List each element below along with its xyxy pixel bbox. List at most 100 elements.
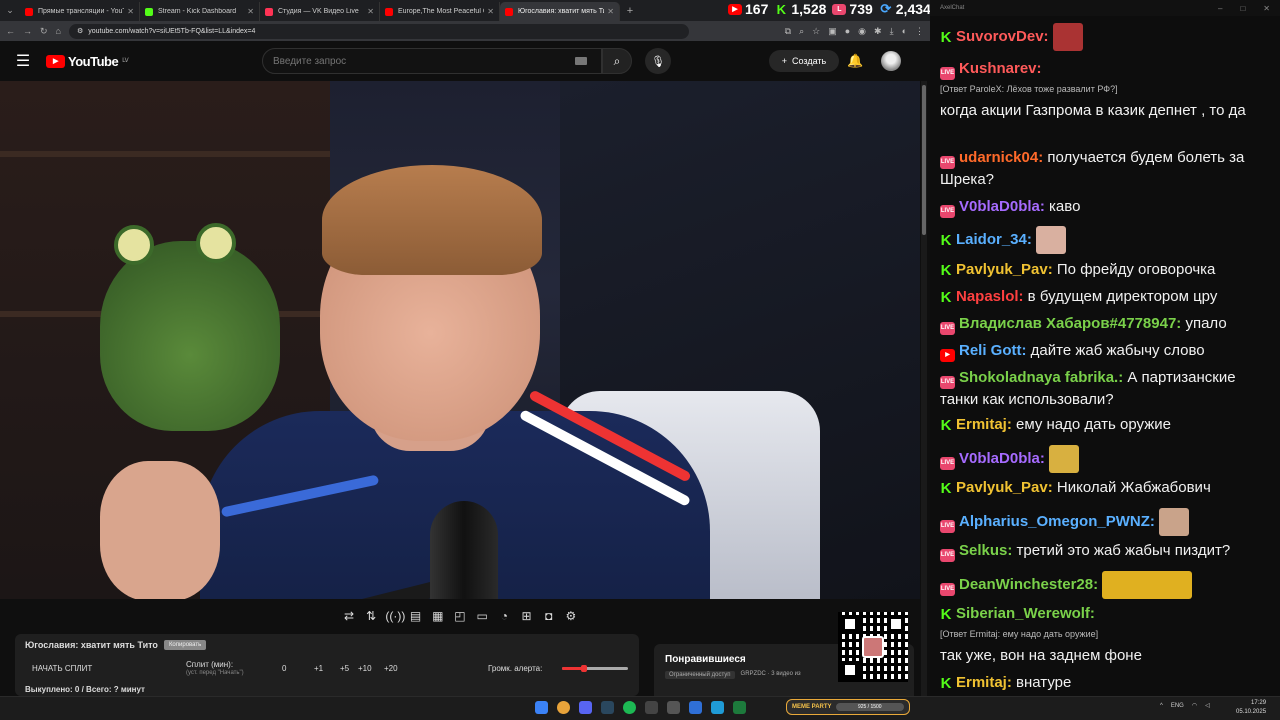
spotify-icon[interactable] <box>623 701 636 714</box>
chat-nickname[interactable]: DeanWinchester28: <box>959 576 1098 593</box>
loop-icon[interactable]: ⇄ <box>341 609 357 623</box>
bookmark-star-icon[interactable]: ☆ <box>812 26 820 37</box>
app-icon[interactable] <box>667 701 680 714</box>
chat-nickname[interactable]: Shokoladnaya fabrika.: <box>959 369 1123 386</box>
search-box[interactable] <box>262 48 602 74</box>
extension-icon[interactable]: ▣ <box>828 26 837 37</box>
chat-nickname[interactable]: Alpharius_Omegon_PWNZ: <box>959 513 1155 530</box>
copy-button[interactable]: Копировать <box>163 640 207 650</box>
plus20-button[interactable]: +20 <box>384 664 398 673</box>
tab-close-icon[interactable]: ✕ <box>487 7 494 16</box>
search-input[interactable] <box>273 55 575 67</box>
home-icon[interactable]: ⌂ <box>56 26 61 36</box>
chat-nickname[interactable]: Pavlyuk_Pav: <box>956 479 1053 496</box>
plus1-button[interactable]: +1 <box>314 664 323 673</box>
wifi-icon[interactable]: ◠ <box>1192 702 1197 709</box>
tab-close-icon[interactable]: ✕ <box>247 7 254 16</box>
minimize-icon[interactable]: – <box>1218 4 1222 13</box>
screenshot-icon[interactable]: ◘ <box>541 609 557 623</box>
download-icon[interactable]: ⤓ <box>890 26 894 37</box>
create-button[interactable]: + Создать <box>769 50 839 72</box>
tab-close-icon[interactable]: ✕ <box>367 7 374 16</box>
back-icon[interactable]: ← <box>6 26 15 36</box>
speed-icon[interactable]: ◔ <box>496 609 512 623</box>
browser-tab[interactable]: Югославия: хватит мять Ти ✕ <box>500 2 620 21</box>
forward-icon[interactable]: → <box>23 26 32 36</box>
start-split-button[interactable]: НАЧАТЬ СПЛИТ <box>32 664 92 673</box>
alert-volume-slider[interactable] <box>562 665 628 672</box>
tab-close-icon[interactable]: ✕ <box>607 7 614 16</box>
scrollbar-thumb[interactable] <box>922 85 926 235</box>
video-player[interactable] <box>0 81 920 599</box>
avatar[interactable] <box>881 51 901 71</box>
tab-search-icon[interactable]: ⌄ <box>0 0 20 21</box>
profile-icon[interactable]: ◐ <box>902 26 907 37</box>
youtube-logo[interactable]: ▶ YouTube LV <box>46 54 129 69</box>
menu-icon[interactable]: ⋮ <box>915 26 924 37</box>
chat-nickname[interactable]: Владислав Хабаров#4778947: <box>959 315 1181 332</box>
steam-icon[interactable] <box>601 701 614 714</box>
obs-icon[interactable] <box>645 701 658 714</box>
chat-nickname[interactable]: V0blaD0bla: <box>959 450 1045 467</box>
youtube-icon: ▶ <box>728 3 742 15</box>
broadcast-icon[interactable]: ((·)) <box>385 609 405 623</box>
maximize-icon[interactable]: □ <box>1240 4 1245 13</box>
chat-nickname[interactable]: Kushnarev: <box>959 60 1042 77</box>
app-icon[interactable] <box>689 701 702 714</box>
chrome-icon[interactable] <box>557 701 570 714</box>
volume-icon[interactable]: ◁ <box>1205 702 1210 709</box>
url-field[interactable]: ⚙ youtube.com/watch?v=siUEt5Tb-FQ&list=L… <box>68 23 689 39</box>
camera-icon[interactable]: ▤ <box>408 609 424 623</box>
chat-nickname[interactable]: udarnick04: <box>959 149 1043 166</box>
settings-gear-icon[interactable]: ⚙ <box>563 609 579 623</box>
tab-close-icon[interactable]: ✕ <box>127 7 134 16</box>
zoom-icon[interactable]: ⌕ <box>799 26 804 37</box>
hamburger-menu-icon[interactable]: ☰ <box>0 51 46 71</box>
chat-nickname[interactable]: Napaslol: <box>956 288 1024 305</box>
chevron-up-icon[interactable]: ^ <box>1160 703 1163 709</box>
chat-nickname[interactable]: Laidor_34: <box>956 231 1032 248</box>
extension-icon[interactable]: ● <box>845 26 850 37</box>
film-icon[interactable]: ▦ <box>430 609 446 623</box>
sort-icon[interactable]: ⇅ <box>363 609 379 623</box>
browser-tab[interactable]: Студия — VK Видео Live ✕ <box>260 2 380 21</box>
app-icon[interactable] <box>733 701 746 714</box>
new-tab-button[interactable]: + <box>620 5 640 17</box>
chat-feed[interactable]: K SuvorovDev: [Ответ ParoleX: Лёхов тоже … <box>930 16 1280 696</box>
chat-nickname[interactable]: V0blaD0bla: <box>959 198 1045 215</box>
keyboard-icon[interactable] <box>575 57 587 65</box>
chat-nickname[interactable]: Ermitaj: <box>956 674 1012 691</box>
chat-nickname[interactable]: Selkus: <box>959 542 1012 559</box>
reload-icon[interactable]: ↻ <box>40 26 48 37</box>
language-indicator[interactable]: ENG <box>1171 703 1184 709</box>
browser-tab[interactable]: Прямые трансляции - YouTube✕ <box>20 2 140 21</box>
region-code: LV <box>122 58 129 64</box>
extension-icon[interactable]: ◉ <box>858 26 866 37</box>
notifications-bell-icon[interactable]: 🔔 <box>847 53 863 69</box>
chat-text: дайте жаб жабычу слово <box>1026 342 1205 359</box>
add-to-queue-icon[interactable]: ⊞ <box>519 609 535 623</box>
page-scrollbar[interactable] <box>921 81 927 696</box>
plus5-button[interactable]: +5 <box>340 664 349 673</box>
site-info-icon[interactable]: ⚙ <box>77 27 83 35</box>
clock[interactable]: 17:29 05.10.2025 <box>1236 699 1266 717</box>
browser-tab[interactable]: Europe,The Most Peaceful Con✕ <box>380 2 500 21</box>
voice-search-button[interactable]: 🎙 <box>645 48 671 74</box>
chat-nickname[interactable]: SuvorovDev: <box>956 28 1049 45</box>
close-icon[interactable]: ✕ <box>1263 4 1270 13</box>
plus10-button[interactable]: +10 <box>358 664 372 673</box>
picture-in-picture-icon[interactable]: ◰ <box>452 609 468 623</box>
install-icon[interactable]: ⧉ <box>785 26 791 37</box>
discord-icon[interactable] <box>579 701 592 714</box>
start-windows-icon[interactable] <box>535 701 548 714</box>
search-button[interactable]: ⌕ <box>602 48 632 74</box>
puzzle-icon[interactable]: ✱ <box>874 26 882 37</box>
chat-nickname[interactable]: Ermitaj: <box>956 416 1012 433</box>
browser-tab[interactable]: Stream - Kick Dashboard ✕ <box>140 2 260 21</box>
chat-nickname[interactable]: Reli Gott: <box>959 342 1027 359</box>
alert-volume-knob[interactable] <box>580 665 587 672</box>
telegram-icon[interactable] <box>711 701 724 714</box>
miniplayer-icon[interactable]: ▭ <box>474 609 490 623</box>
chat-nickname[interactable]: Pavlyuk_Pav: <box>956 261 1053 278</box>
chat-nickname[interactable]: Siberian_Werewolf: <box>956 605 1095 622</box>
